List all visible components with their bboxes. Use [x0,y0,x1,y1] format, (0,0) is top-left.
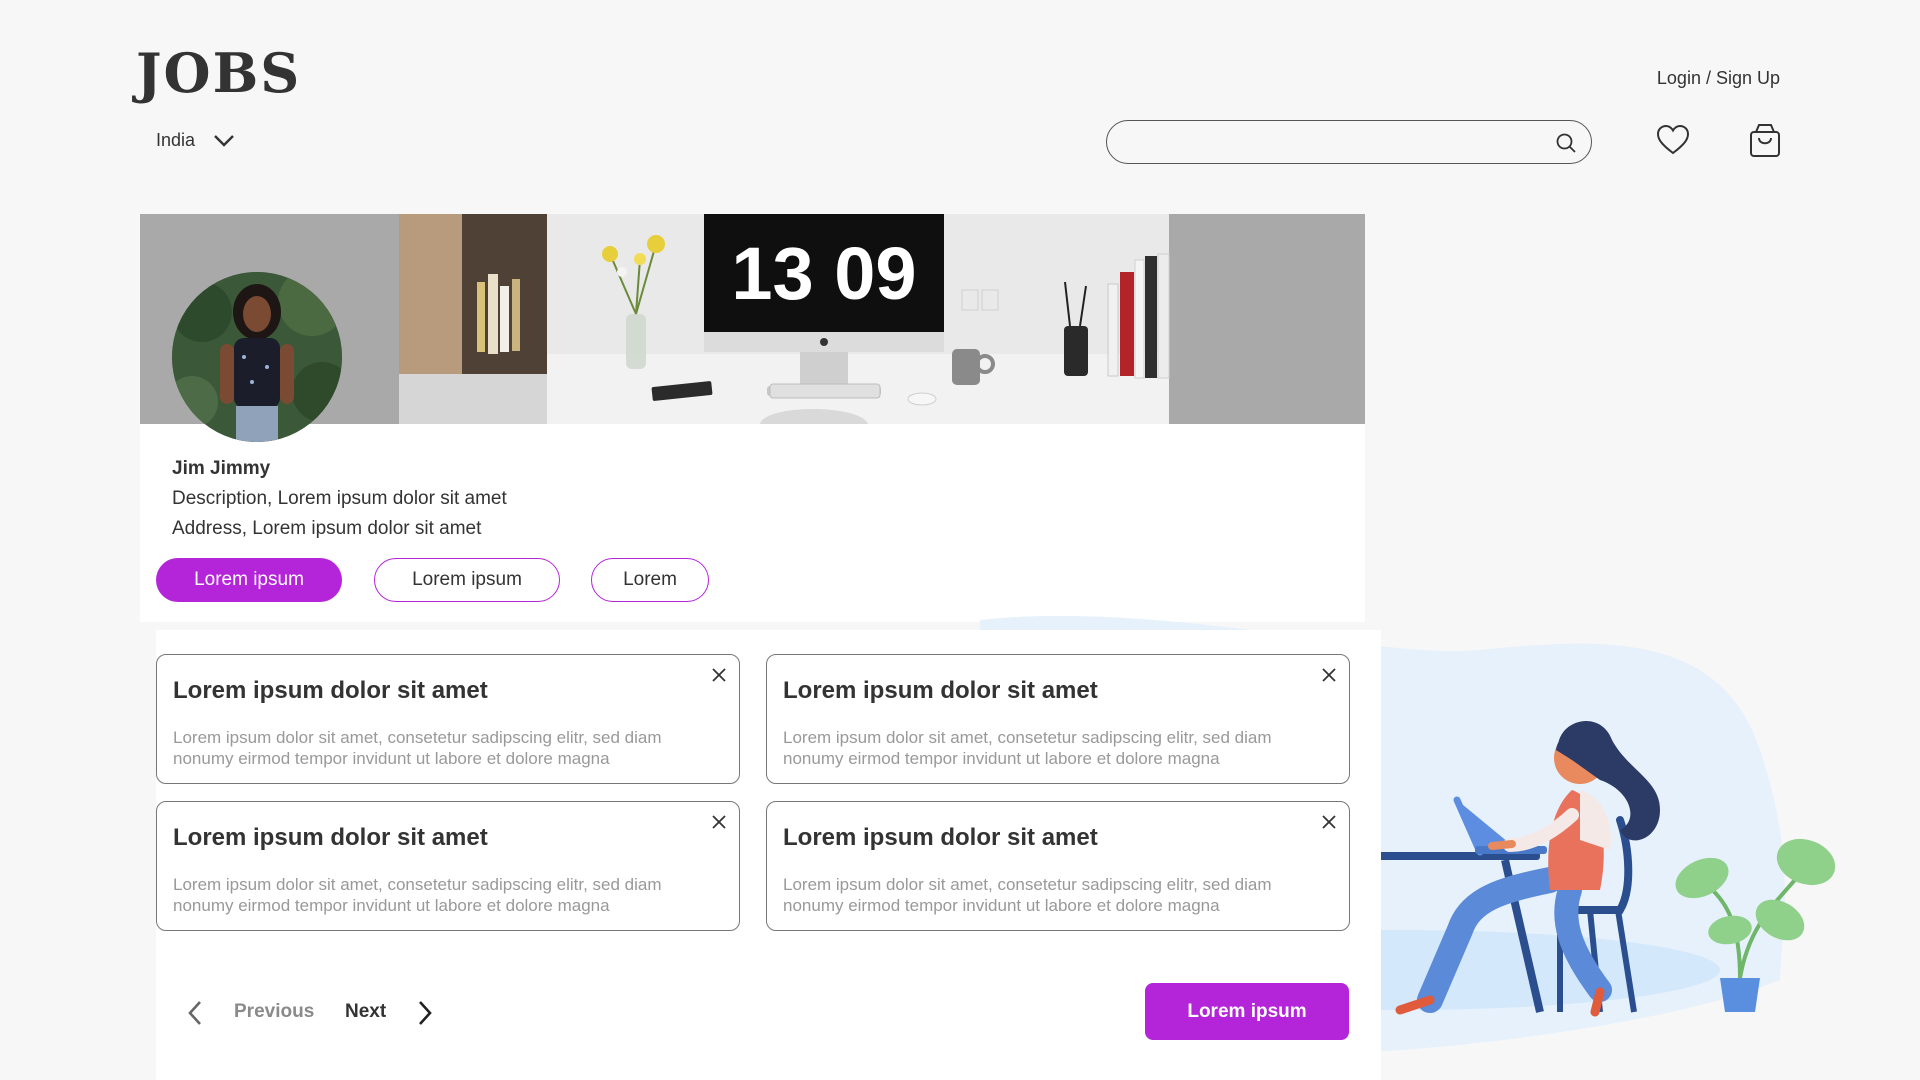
country-selector[interactable]: India [156,130,235,151]
card-title: Lorem ipsum dolor sit amet [173,677,488,704]
info-card[interactable]: Lorem ipsum dolor sit amet Lorem ipsum d… [766,654,1350,784]
login-signup-link[interactable]: Login / Sign Up [1657,68,1780,89]
card-title: Lorem ipsum dolor sit amet [173,824,488,851]
previous-button[interactable]: Previous [234,1001,314,1023]
card-body: Lorem ipsum dolor sit amet, consetetur s… [173,875,662,915]
close-icon[interactable] [1321,814,1337,830]
avatar-image [172,272,342,442]
card-title: Lorem ipsum dolor sit amet [783,677,1098,704]
profile-card: 13 09 Jim Jimmy Description, Lorem ipsum… [140,214,1365,622]
info-card[interactable]: Lorem ipsum dolor sit amet Lorem ipsum d… [766,801,1350,931]
close-icon[interactable] [711,667,727,683]
profile-button-tertiary[interactable]: Lorem [591,558,709,602]
card-body: Lorem ipsum dolor sit amet, consetetur s… [173,728,662,768]
next-button[interactable]: Next [345,1001,386,1023]
close-icon[interactable] [711,814,727,830]
close-icon[interactable] [1321,667,1337,683]
card-body: Lorem ipsum dolor sit amet, consetetur s… [783,728,1272,768]
avatar[interactable] [172,272,342,442]
search-bar[interactable] [1106,120,1592,165]
card-title: Lorem ipsum dolor sit amet [783,824,1098,851]
info-card[interactable]: Lorem ipsum dolor sit amet Lorem ipsum d… [156,801,740,931]
profile-address: Address, Lorem ipsum dolor sit amet [172,518,482,539]
primary-action-button[interactable]: Lorem ipsum [1145,983,1349,1040]
info-card[interactable]: Lorem ipsum dolor sit amet Lorem ipsum d… [156,654,740,784]
logo[interactable]: JOBS [136,46,301,100]
profile-name: Jim Jimmy [172,458,271,479]
chevron-left-icon[interactable] [186,1000,204,1026]
search-icon[interactable] [1555,132,1577,154]
card-body: Lorem ipsum dolor sit amet, consetetur s… [783,875,1272,915]
chevron-right-icon[interactable] [416,1000,434,1026]
heart-icon[interactable] [1656,124,1690,156]
chevron-down-icon [214,134,234,147]
search-input[interactable] [1127,121,1531,165]
country-label: India [156,130,196,150]
shopping-bag-icon[interactable] [1748,122,1782,158]
clock-display: 13 09 [731,232,916,315]
profile-button-primary[interactable]: Lorem ipsum [156,558,342,602]
profile-description: Description, Lorem ipsum dolor sit amet [172,488,507,509]
profile-button-secondary[interactable]: Lorem ipsum [374,558,560,602]
